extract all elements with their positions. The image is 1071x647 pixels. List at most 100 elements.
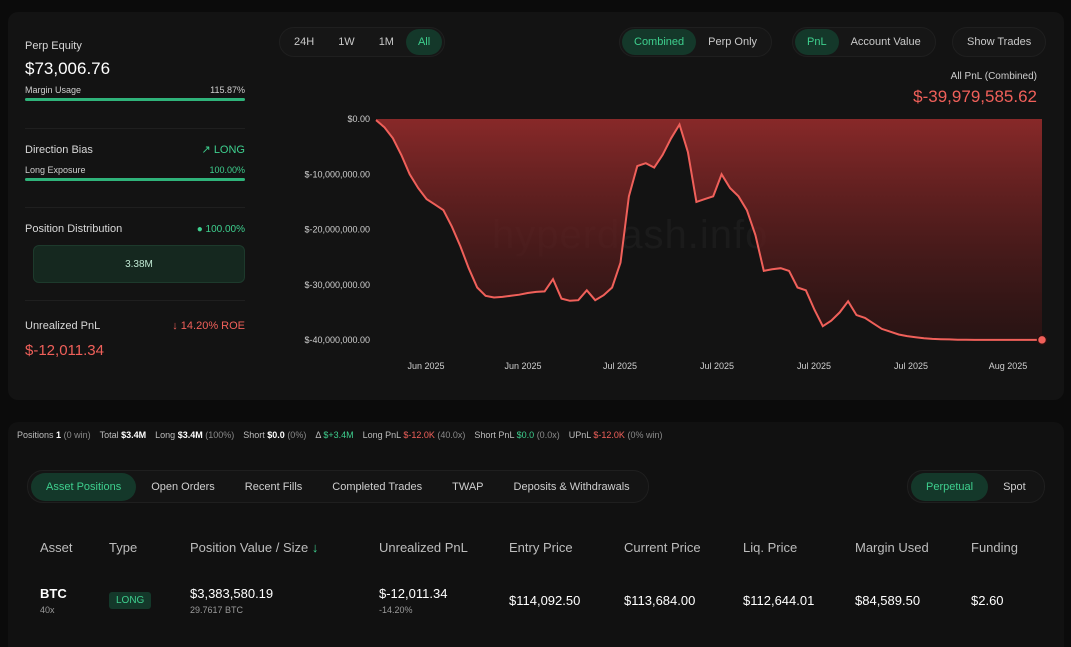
x-tick-label: Aug 2025 [989, 361, 1028, 371]
tab-open-orders[interactable]: Open Orders [136, 473, 230, 501]
short-pnl-value: $0.0 [516, 430, 535, 440]
range-selector: 24H 1W 1M All [279, 27, 446, 57]
range-1w[interactable]: 1W [326, 29, 367, 55]
unrealized-roe: 14.20% ROE [180, 320, 245, 332]
pnl-chart[interactable]: $0.00 $-10,000,000.00 $-20,000,000.00 $-30,… [270, 105, 1060, 380]
metric-selector: PnL Account Value [792, 27, 936, 57]
metric-pnl[interactable]: PnL [795, 29, 839, 55]
row-margin-used: $84,589.50 [855, 593, 921, 608]
margin-usage-value: 115.87% [210, 85, 245, 95]
mode-perp-only[interactable]: Perp Only [696, 29, 769, 55]
header-liq-price[interactable]: Liq. Price [743, 540, 797, 555]
mode-combined[interactable]: Combined [622, 29, 697, 55]
margin-usage-bar [25, 98, 245, 101]
show-trades-button[interactable]: Show Trades [955, 29, 1043, 55]
positions-label: Positions [17, 430, 54, 440]
positions-card [8, 422, 1064, 647]
header-position-value-label: Position Value / Size [190, 540, 309, 555]
direction-bias-section: Direction Bias ↗ LONG Long Exposure 100.… [25, 143, 245, 181]
long-exposure-label: Long Exposure [25, 165, 86, 175]
distribution-block-btc[interactable]: 3.38M [33, 245, 245, 283]
range-1m[interactable]: 1M [367, 29, 406, 55]
position-distribution-value: 100.00% [205, 223, 245, 235]
range-all[interactable]: All [405, 29, 443, 55]
upnl-win: (0% win) [627, 430, 663, 440]
long-value: $3.4M [177, 430, 203, 440]
header-current-price[interactable]: Current Price [624, 540, 701, 555]
total-label: Total [99, 430, 119, 440]
y-tick-label: $0.00 [347, 114, 370, 124]
header-entry-price[interactable]: Entry Price [509, 540, 573, 555]
long-pct: (100%) [205, 430, 235, 440]
long-pnl-label: Long PnL [362, 430, 401, 440]
header-type[interactable]: Type [109, 540, 137, 555]
x-tick-label: Jun 2025 [407, 361, 444, 371]
short-value: $0.0 [267, 430, 285, 440]
range-24h[interactable]: 24H [282, 29, 326, 55]
row-entry-price: $114,092.50 [509, 593, 581, 608]
long-exposure-bar [25, 178, 245, 181]
delta-value: $+3.4M [323, 430, 354, 440]
trend-up-icon: ↗ [201, 144, 211, 156]
direction-bias-label: Direction Bias [25, 143, 93, 156]
pnl-area [376, 119, 1042, 340]
short-label: Short [243, 430, 265, 440]
tab-completed-trades[interactable]: Completed Trades [317, 473, 437, 501]
unrealized-pnl-section: Unrealized PnL ↓ 14.20% ROE $-12,011.34 [25, 320, 245, 359]
header-asset[interactable]: Asset [40, 540, 73, 555]
row-position-value: $3,383,580.19 [190, 586, 274, 601]
dot-icon: ● [196, 223, 203, 235]
positions-summary: Positions 1 (0 win) Total $3.4M Long $3.… [17, 430, 671, 440]
row-current-price: $113,684.00 [624, 593, 696, 608]
long-pnl-x: (40.0x) [437, 430, 466, 440]
row-position-size: 29.7617 BTC [190, 605, 244, 615]
row-unrealized-pct: -14.20% [379, 605, 413, 615]
positions-win: (0 win) [63, 430, 91, 440]
header-position-value[interactable]: Position Value / Size ↓ [190, 540, 318, 555]
upnl-value: $-12.0K [593, 430, 625, 440]
tab-spot[interactable]: Spot [988, 473, 1041, 501]
upnl-label: UPnL [568, 430, 591, 440]
position-distribution-label: Position Distribution [25, 223, 123, 235]
header-funding[interactable]: Funding [971, 540, 1018, 555]
long-pnl-value: $-12.0K [403, 430, 435, 440]
position-distribution-section: Position Distribution ● 100.00% [25, 223, 245, 235]
row-funding: $2.60 [971, 593, 1004, 608]
divider [25, 300, 245, 301]
distribution-block-value: 3.38M [125, 258, 153, 270]
row-unrealized-pnl: $-12,011.34 [379, 586, 448, 601]
metric-account-value[interactable]: Account Value [839, 29, 933, 55]
row-asset[interactable]: BTC [40, 586, 67, 601]
show-trades-group: Show Trades [952, 27, 1047, 57]
delta-label: Δ [315, 430, 321, 440]
short-pnl-label: Short PnL [474, 430, 515, 440]
tab-perpetual[interactable]: Perpetual [911, 472, 989, 501]
pnl-summary-value: $-39,979,585.62 [913, 87, 1037, 106]
tab-deposits-withdrawals[interactable]: Deposits & Withdrawals [499, 473, 645, 501]
x-tick-label: Jul 2025 [894, 361, 928, 371]
short-pnl-x: (0.0x) [536, 430, 560, 440]
perp-equity-label: Perp Equity [25, 40, 82, 52]
total-value: $3.4M [121, 430, 147, 440]
market-tabs: Perpetual Spot [907, 470, 1045, 503]
tab-twap[interactable]: TWAP [437, 473, 498, 501]
row-liq-price: $112,644.01 [743, 593, 815, 608]
direction-bias-value: LONG [213, 144, 245, 156]
x-tick-label: Jul 2025 [603, 361, 637, 371]
header-margin-used[interactable]: Margin Used [855, 540, 929, 555]
unrealized-pnl-value: $-12,011.34 [25, 342, 104, 359]
positions-count: 1 [56, 430, 62, 440]
y-tick-label: $-20,000,000.00 [304, 225, 370, 235]
long-label: Long [155, 430, 176, 440]
tab-asset-positions[interactable]: Asset Positions [31, 472, 137, 501]
divider [25, 207, 245, 208]
pnl-end-point[interactable] [1036, 334, 1048, 346]
position-tabs: Asset Positions Open Orders Recent Fills… [27, 470, 649, 503]
header-unrealized-pnl[interactable]: Unrealized PnL [379, 540, 468, 555]
y-tick-label: $-40,000,000.00 [304, 335, 370, 345]
margin-usage-label: Margin Usage [25, 85, 82, 95]
tab-recent-fills[interactable]: Recent Fills [230, 473, 317, 501]
row-type-badge: LONG [109, 592, 152, 609]
x-tick-label: Jul 2025 [797, 361, 831, 371]
perp-equity-value: $73,006.76 [25, 59, 111, 78]
